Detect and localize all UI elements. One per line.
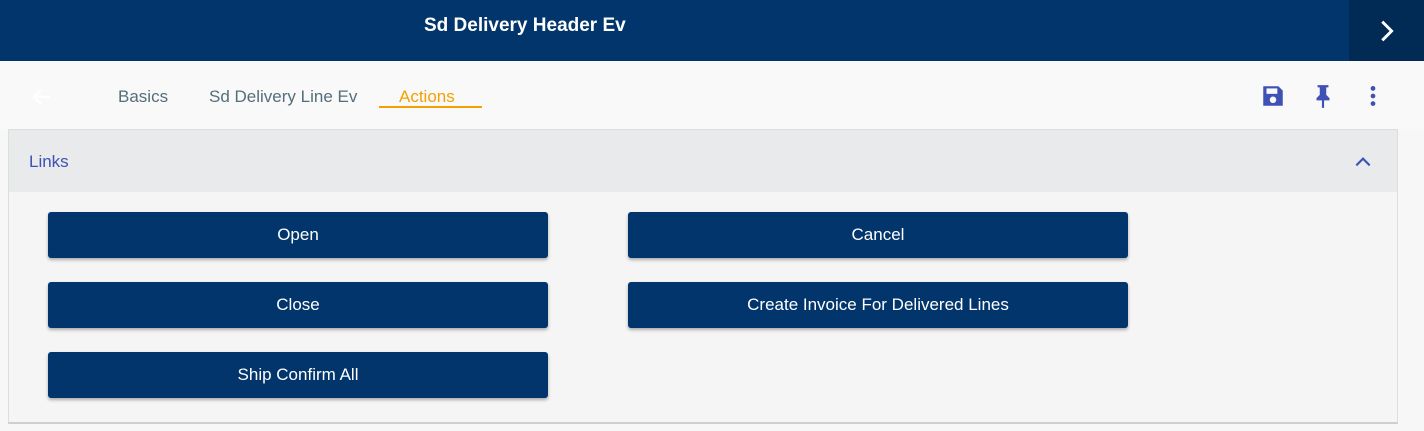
ship-confirm-all-button[interactable]: Ship Confirm All [48,352,548,398]
open-button[interactable]: Open [48,212,548,258]
page-title: Sd Delivery Header Ev [424,15,626,36]
create-invoice-button[interactable]: Create Invoice For Delivered Lines [628,282,1128,328]
save-button[interactable] [1259,82,1287,110]
chevron-right-icon [1380,20,1394,41]
tab-bar: Basics Sd Delivery Line Ev Actions [0,61,1424,129]
pin-button[interactable] [1309,82,1337,110]
top-header-bar: Sd Delivery Header Ev [0,0,1424,61]
tab-actions[interactable]: Actions [399,87,455,107]
next-button[interactable] [1349,0,1424,61]
save-icon [1263,86,1283,106]
links-panel: Links Open Cancel Close Create Invoice F… [8,129,1398,424]
chevron-up-icon[interactable] [1353,152,1373,172]
links-section-header[interactable]: Links [9,130,1397,192]
tab-sd-delivery-line-ev[interactable]: Sd Delivery Line Ev [209,87,357,107]
back-button[interactable] [28,83,56,111]
cancel-button[interactable]: Cancel [628,212,1128,258]
arrow-back-icon [32,89,50,105]
active-tab-indicator [379,106,482,108]
more-options-button[interactable] [1359,82,1387,110]
section-title: Links [29,152,69,171]
pin-icon [1316,85,1330,108]
tab-basics[interactable]: Basics [118,87,168,107]
more-vert-icon [1370,86,1376,106]
close-button[interactable]: Close [48,282,548,328]
